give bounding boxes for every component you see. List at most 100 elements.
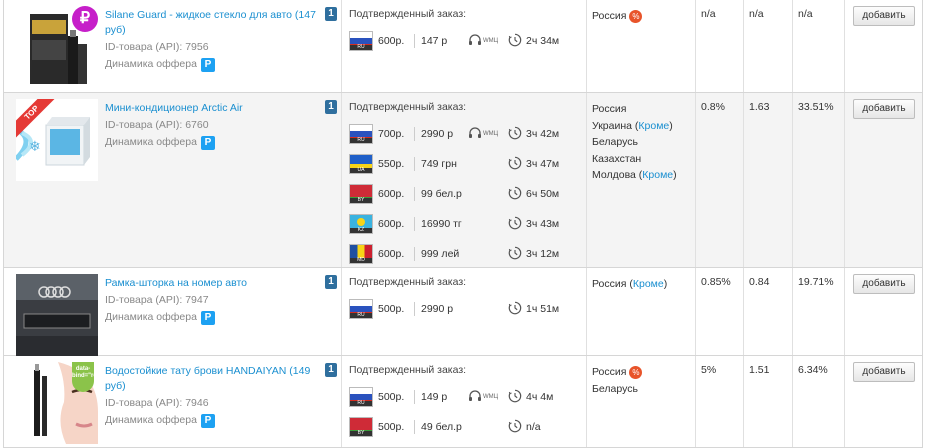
metric-approve-cell: 33.51%: [792, 93, 845, 267]
metric-epc-cell: 1.51: [743, 356, 793, 447]
metric-epc: n/a: [749, 8, 764, 20]
headset-icon: [468, 390, 482, 404]
geo-item: Беларусь: [592, 134, 677, 151]
offer-dynamics[interactable]: Динамика оффера P: [105, 310, 320, 325]
table-row: data-bind="rows.3.thumb_badge"> Водостой…: [4, 356, 922, 448]
local-price: 2990 р: [421, 128, 454, 140]
metric-cr-cell: n/a: [695, 0, 744, 92]
approve-time: 1ч 51м: [508, 301, 559, 318]
approve-time: 3ч 47м: [508, 156, 559, 173]
divider: [414, 157, 415, 171]
geo-exclude-link[interactable]: Кроме: [642, 169, 673, 181]
flag-code: BY: [350, 198, 372, 203]
headset-icon: [468, 127, 482, 141]
divider: [414, 302, 415, 316]
order-line: RU 600р. 147 р WMЦ 2ч 34м: [349, 26, 559, 56]
approve-time: 2ч 34м: [508, 33, 559, 50]
product-thumbnail[interactable]: ₽: [16, 6, 98, 88]
flag-by-icon: BY: [349, 417, 373, 437]
flag-ua-icon: UA: [349, 154, 373, 174]
add-offer-button[interactable]: добавить: [853, 6, 915, 26]
clock-icon: [508, 156, 522, 173]
callcenter-label: WMЦ: [483, 394, 499, 400]
approve-time-value: 6ч 50м: [526, 188, 560, 200]
approve-time-value: 4ч 4м: [526, 391, 554, 403]
headset-icon: [468, 34, 482, 48]
local-price: 999 лей: [421, 248, 460, 260]
order-line: KZ 600р. 16990 тг 3ч 43м: [349, 209, 559, 239]
quantity-badge: 1: [325, 275, 337, 289]
quantity-badge: 1: [325, 363, 337, 377]
approve-time: n/a: [508, 419, 541, 436]
product-thumbnail[interactable]: data-bind="rows.3.thumb_badge">: [16, 362, 98, 444]
geo-country: Беларусь: [592, 136, 638, 148]
divider: [414, 247, 415, 261]
action-cell: добавить: [844, 356, 922, 447]
flag-code: MD: [350, 258, 372, 263]
geo-exclude-link[interactable]: Кроме: [633, 278, 664, 290]
geo-country: Россия: [592, 10, 627, 22]
dynamics-icon[interactable]: P: [200, 57, 215, 72]
product-thumbnail[interactable]: [16, 274, 98, 356]
product-title-link[interactable]: Рамка-шторка на номер авто: [105, 277, 247, 289]
metric-cr: 0.85%: [701, 276, 731, 288]
geo-country: Украина: [592, 119, 632, 132]
local-price: 49 бел.р: [421, 421, 462, 433]
order-line: UA 550р. 749 грн 3ч 47м: [349, 149, 559, 179]
geo-item: Россия%: [592, 364, 643, 381]
action-cell: добавить: [844, 0, 922, 92]
metric-approve-cell: n/a: [792, 0, 845, 92]
action-cell: добавить: [844, 268, 922, 355]
local-price: 147 р: [421, 35, 448, 47]
product-title-link[interactable]: Водостойкие тату брови HANDAIYAN (149 ру…: [105, 365, 310, 392]
order-line: RU 500р. 2990 р 1ч 51м: [349, 294, 559, 324]
metric-approve: 6.34%: [798, 364, 828, 376]
geo-item: Россия%: [592, 8, 643, 25]
divider: [414, 34, 415, 48]
clock-icon: [508, 389, 522, 406]
flag-code: RU: [350, 45, 372, 50]
metric-cr-cell: 0.85%: [695, 268, 744, 355]
offer-dynamics[interactable]: Динамика оффера P: [105, 57, 320, 72]
flag-code: RU: [350, 138, 372, 143]
local-price: 16990 тг: [421, 218, 462, 230]
orders-title: Подтвержденный заказ:: [349, 364, 467, 376]
product-title-link[interactable]: Silane Guard - жидкое стекло для авто (1…: [105, 9, 316, 36]
geo-exclude-link[interactable]: Кроме: [638, 120, 669, 132]
orders-cell: Подтвержденный заказ: RU 600р. 147 р WMЦ…: [341, 0, 587, 92]
offer-dynamics[interactable]: Динамика оффера P: [105, 413, 320, 428]
approve-time-value: 3ч 12м: [526, 248, 560, 260]
flag-ru-icon: RU: [349, 387, 373, 407]
product-id: ID-товара (API): 7947: [105, 294, 209, 306]
flag-ru-icon: RU: [349, 31, 373, 51]
add-offer-button[interactable]: добавить: [853, 274, 915, 294]
metric-approve-cell: 6.34%: [792, 356, 845, 447]
quantity-badge: 1: [325, 100, 337, 114]
divider: [414, 420, 415, 434]
clock-icon: [508, 301, 522, 318]
dynamics-icon[interactable]: P: [200, 413, 215, 428]
add-offer-button[interactable]: добавить: [853, 99, 915, 119]
approve-time-value: n/a: [526, 421, 541, 433]
metric-cr-cell: 5%: [695, 356, 744, 447]
orders-cell: Подтвержденный заказ: RU 500р. 2990 р 1ч…: [341, 268, 587, 355]
approve-time-value: 3ч 47м: [526, 158, 560, 170]
order-line: RU 700р. 2990 р WMЦ 3ч 42м: [349, 119, 559, 149]
approve-time-value: 1ч 51м: [526, 303, 560, 315]
add-offer-button[interactable]: добавить: [853, 362, 915, 382]
dynamics-icon[interactable]: P: [200, 135, 215, 150]
geo-item: Украина (Кроме): [592, 119, 673, 132]
flag-md-icon: MD: [349, 244, 373, 264]
geo-country: Беларусь: [592, 382, 638, 395]
product-title-link[interactable]: Мини-кондиционер Arctic Air: [105, 102, 243, 114]
dynamics-icon[interactable]: P: [200, 310, 215, 325]
orders-title: Подтвержденный заказ:: [349, 8, 467, 20]
offer-dynamics[interactable]: Динамика оффера P: [105, 135, 320, 150]
metric-approve: 19.71%: [798, 276, 834, 288]
flag-code: RU: [350, 313, 372, 318]
metric-epc-cell: 1.63: [743, 93, 793, 267]
product-id: ID-товара (API): 7946: [105, 397, 209, 409]
callcenter-cell: WMЦ: [468, 34, 508, 48]
percent-icon: %: [629, 9, 643, 23]
product-thumbnail[interactable]: ❄ TOP: [16, 99, 98, 181]
